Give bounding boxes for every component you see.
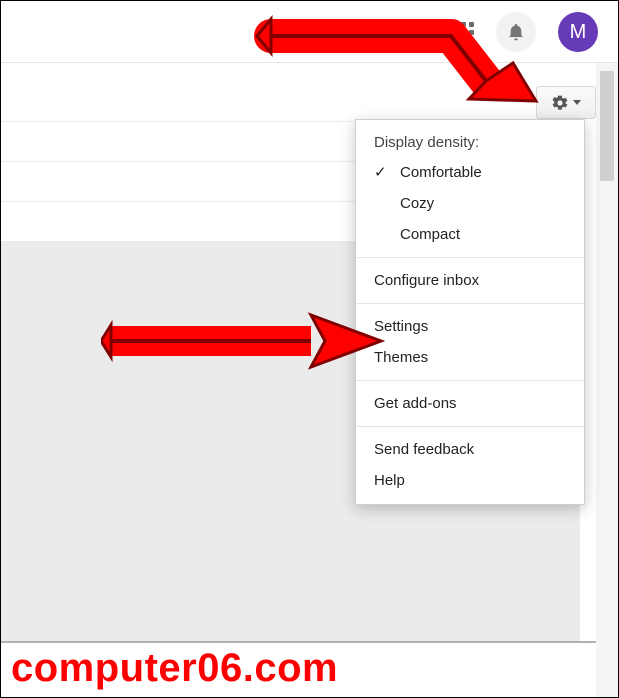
menu-item-settings[interactable]: Settings — [356, 311, 584, 342]
menu-item-help[interactable]: Help — [356, 465, 584, 496]
account-avatar[interactable]: M — [558, 12, 598, 52]
menu-item-density-compact[interactable]: Compact — [356, 219, 584, 250]
scrollbar-thumb[interactable] — [600, 71, 614, 181]
menu-item-themes[interactable]: Themes — [356, 342, 584, 373]
menu-item-get-addons[interactable]: Get add-ons — [356, 388, 584, 419]
menu-divider — [356, 257, 584, 258]
chevron-down-icon — [573, 100, 581, 105]
menu-divider — [356, 426, 584, 427]
menu-divider — [356, 303, 584, 304]
settings-gear-button[interactable] — [536, 86, 596, 119]
menu-item-density-cozy[interactable]: Cozy — [356, 188, 584, 219]
scrollbar-track[interactable] — [596, 63, 618, 697]
avatar-initial: M — [570, 21, 587, 44]
header-actions: M — [453, 1, 598, 63]
menu-divider — [356, 380, 584, 381]
app-header: M — [1, 1, 618, 63]
gear-icon — [551, 94, 569, 112]
notifications-button[interactable] — [496, 12, 536, 52]
watermark-text: computer06.com — [11, 646, 338, 691]
bell-icon — [506, 22, 526, 42]
settings-dropdown-menu: Display density: Comfortable Cozy Compac… — [355, 119, 585, 505]
footer-divider — [1, 641, 618, 643]
menu-item-density-comfortable[interactable]: Comfortable — [356, 157, 584, 188]
toolbar-strip — [1, 63, 618, 121]
apps-grid-icon[interactable] — [453, 22, 474, 43]
menu-item-configure-inbox[interactable]: Configure inbox — [356, 265, 584, 296]
menu-section-display-density: Display density: — [356, 130, 584, 157]
menu-item-send-feedback[interactable]: Send feedback — [356, 434, 584, 465]
